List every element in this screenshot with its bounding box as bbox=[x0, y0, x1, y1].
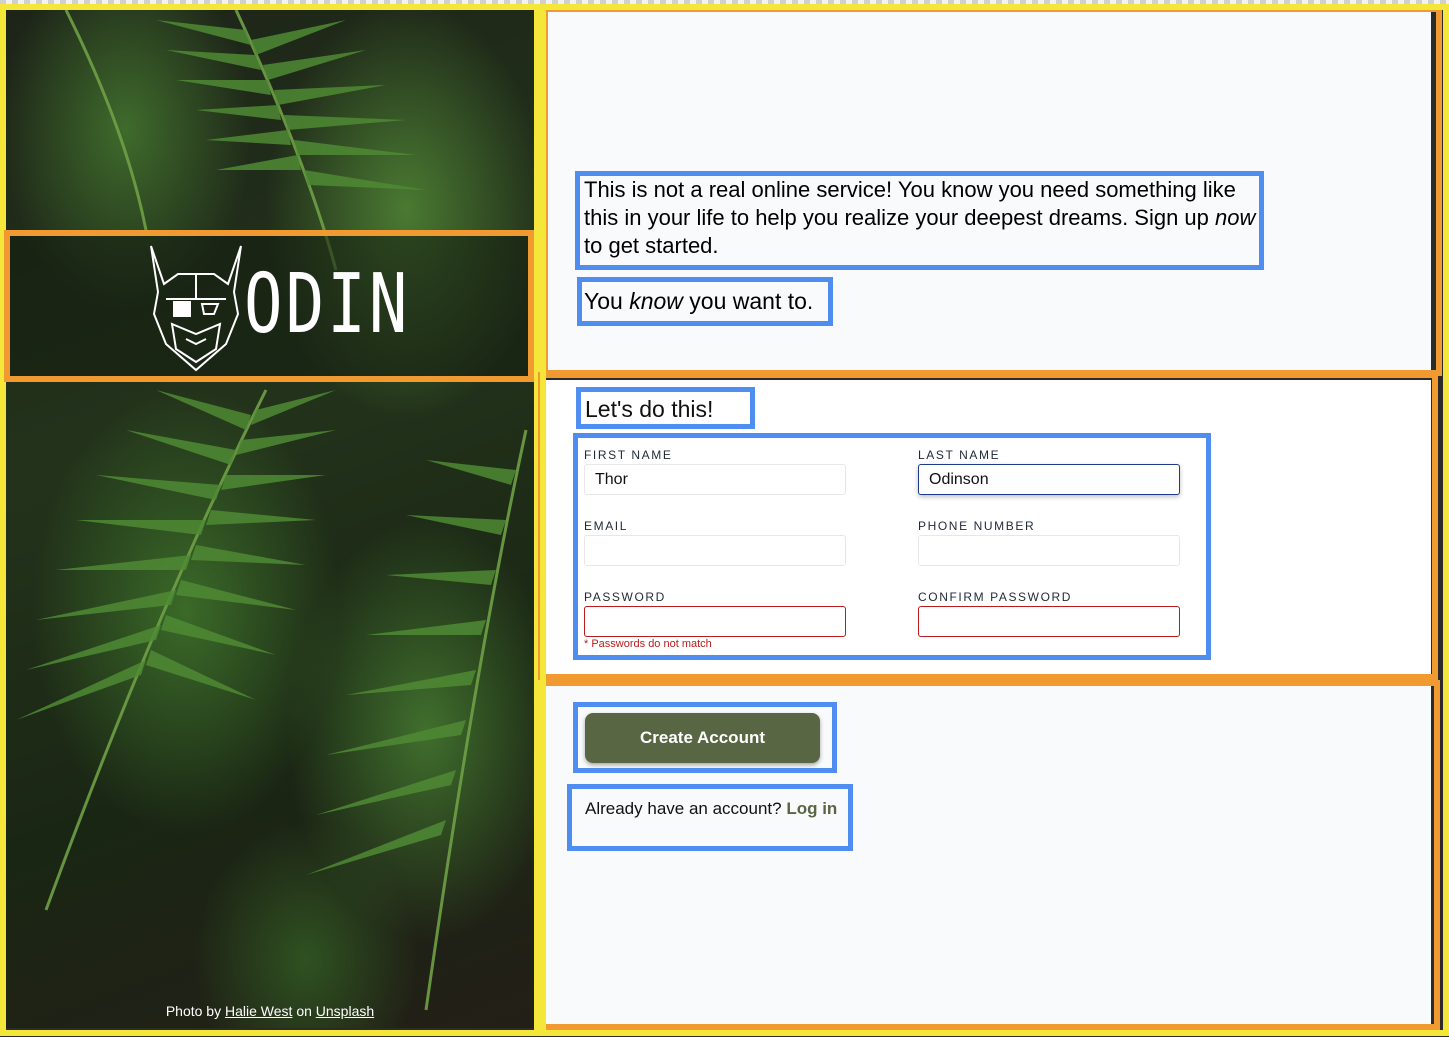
hero-annotation-frame bbox=[0, 4, 540, 1036]
main-annotation-frame bbox=[540, 4, 1449, 1036]
logo-annotation-frame bbox=[4, 230, 534, 382]
credit-author-link[interactable]: Halie West bbox=[225, 1003, 292, 1019]
photo-credit: Photo by Halie West on Unsplash bbox=[0, 1003, 540, 1019]
credit-mid: on bbox=[296, 1003, 312, 1019]
credit-prefix: Photo by bbox=[165, 1003, 222, 1019]
credit-source-link[interactable]: Unsplash bbox=[316, 1003, 374, 1019]
